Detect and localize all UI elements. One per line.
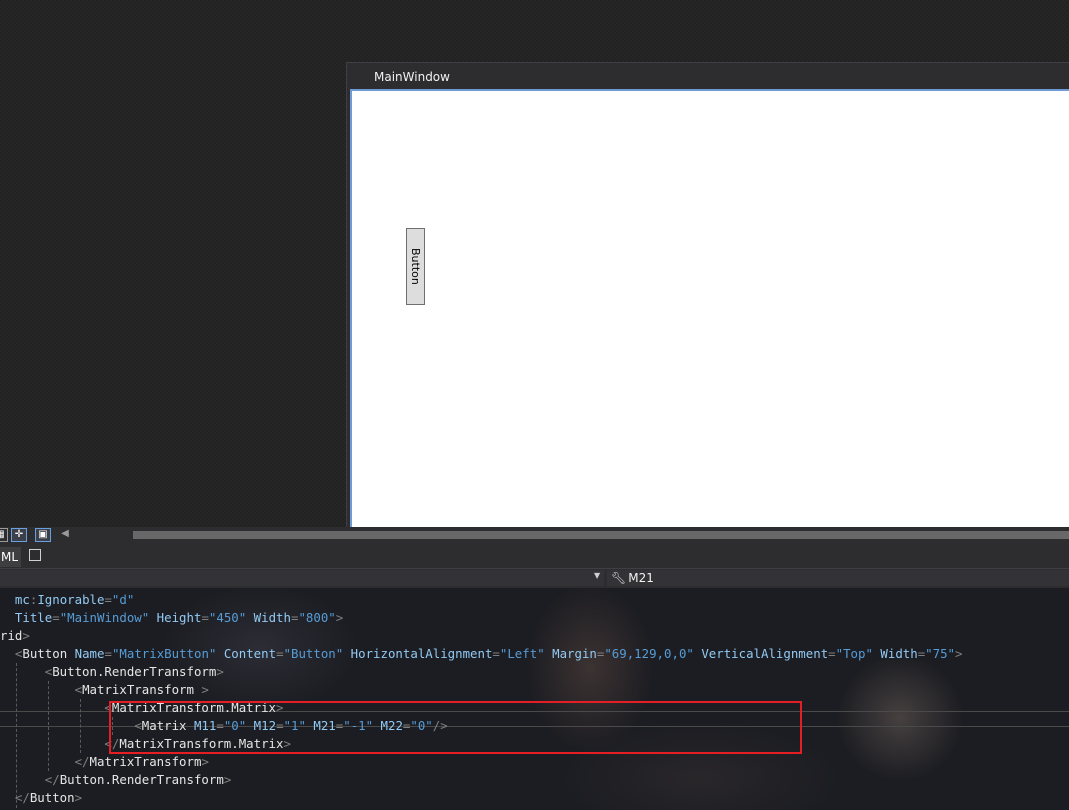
code-token: Height: [149, 610, 202, 625]
matrix-button-preview[interactable]: Button: [406, 228, 425, 305]
code-token: Ignorable: [37, 592, 105, 607]
wpf-window-preview[interactable]: MainWindow Button: [346, 62, 1069, 527]
button-label: Button: [409, 248, 422, 285]
xaml-code-editor[interactable]: mc:Ignorable="d" Title="MainWindow" Heig…: [0, 588, 1069, 810]
snap-snaplines-icon[interactable]: ▣: [35, 528, 51, 542]
designer-toolbar: ▦ ✛ ▣ ◀: [0, 527, 1069, 544]
code-token: Width: [872, 646, 918, 661]
code-token: <: [0, 700, 112, 715]
code-token: >: [335, 610, 344, 625]
code-token: Title: [0, 610, 53, 625]
code-token: =: [104, 646, 112, 661]
tab-xaml[interactable]: ML: [0, 547, 21, 567]
code-token: Margin: [544, 646, 597, 661]
code-token: "75": [925, 646, 956, 661]
code-token: "800": [298, 610, 336, 625]
code-token: >: [193, 682, 209, 697]
editor-tab-bar: ML: [0, 544, 1069, 568]
window-client-area[interactable]: Button: [350, 89, 1069, 527]
wrench-icon: 🔧︎: [611, 571, 627, 585]
highlight-annotation-box: [109, 701, 802, 754]
code-token: </: [0, 772, 60, 787]
code-token: <: [0, 682, 83, 697]
code-token: "Top": [835, 646, 873, 661]
code-token: >: [22, 628, 30, 643]
code-token: >: [223, 772, 232, 787]
code-token: "MatrixButton": [111, 646, 217, 661]
code-line[interactable]: </Button>: [0, 789, 962, 807]
code-token: MatrixTransform: [82, 682, 194, 697]
navigation-bar: ▼ 🔧︎ M21: [0, 568, 1069, 588]
code-line[interactable]: <Button Name="MatrixButton" Content="But…: [0, 645, 963, 663]
code-token: =: [201, 610, 209, 625]
code-token: "d": [111, 592, 135, 607]
code-token: VerticalAlignment: [693, 646, 829, 661]
code-token: </: [0, 790, 30, 805]
code-line[interactable]: mc:Ignorable="d": [0, 591, 962, 609]
code-token: =: [276, 646, 284, 661]
code-token: Name: [67, 646, 105, 661]
code-line[interactable]: rid>: [0, 627, 962, 645]
code-token: >: [216, 664, 224, 679]
code-token: "Left": [499, 646, 545, 661]
code-token: rid: [0, 628, 23, 643]
window-title: MainWindow: [374, 70, 450, 84]
code-token: Button.RenderTransform: [59, 772, 224, 787]
member-selector-label: M21: [628, 571, 654, 585]
scroll-left-icon[interactable]: ◀: [57, 528, 73, 542]
code-token: >: [201, 754, 209, 769]
code-token: HorizontalAlignment: [343, 646, 493, 661]
code-token: Button: [29, 790, 75, 805]
code-token: Button: [22, 646, 68, 661]
element-dropdown[interactable]: [0, 570, 604, 586]
code-token: Width: [246, 610, 291, 625]
code-token: mc: [0, 592, 30, 607]
code-token: "Button": [283, 646, 344, 661]
snap-gridlines-icon[interactable]: ✛: [11, 528, 27, 542]
popout-icon[interactable]: [29, 549, 41, 561]
code-token: </: [0, 736, 120, 751]
code-token: </: [0, 754, 90, 769]
code-line[interactable]: </Button.RenderTransform>: [0, 771, 962, 789]
horizontal-scrollbar[interactable]: [133, 531, 1069, 539]
code-line[interactable]: <MatrixTransform >: [0, 681, 962, 699]
code-token: "450": [208, 610, 247, 625]
chevron-down-icon[interactable]: ▼: [594, 571, 600, 580]
code-line[interactable]: Title="MainWindow" Height="450" Width="8…: [0, 609, 962, 627]
code-text[interactable]: mc:Ignorable="d" Title="MainWindow" Heig…: [0, 591, 962, 807]
code-token: >: [955, 646, 963, 661]
code-token: Content: [216, 646, 277, 661]
code-token: <: [0, 664, 53, 679]
designer-surface[interactable]: MainWindow Button: [0, 0, 1069, 527]
code-token: <: [0, 646, 23, 661]
code-token: Button.RenderTransform: [52, 664, 217, 679]
code-line[interactable]: </MatrixTransform>: [0, 753, 962, 771]
member-dropdown[interactable]: 🔧︎ M21: [607, 570, 1069, 586]
code-token: >: [74, 790, 83, 805]
grid-icon[interactable]: ▦: [0, 528, 8, 542]
code-token: =: [52, 610, 60, 625]
code-token: =: [828, 646, 836, 661]
code-token: "MainWindow": [59, 610, 150, 625]
code-token: "69,129,0,0": [604, 646, 694, 661]
code-line[interactable]: <Button.RenderTransform>: [0, 663, 962, 681]
code-token: MatrixTransform: [89, 754, 202, 769]
code-token: =: [492, 646, 500, 661]
code-token: =: [104, 592, 112, 607]
